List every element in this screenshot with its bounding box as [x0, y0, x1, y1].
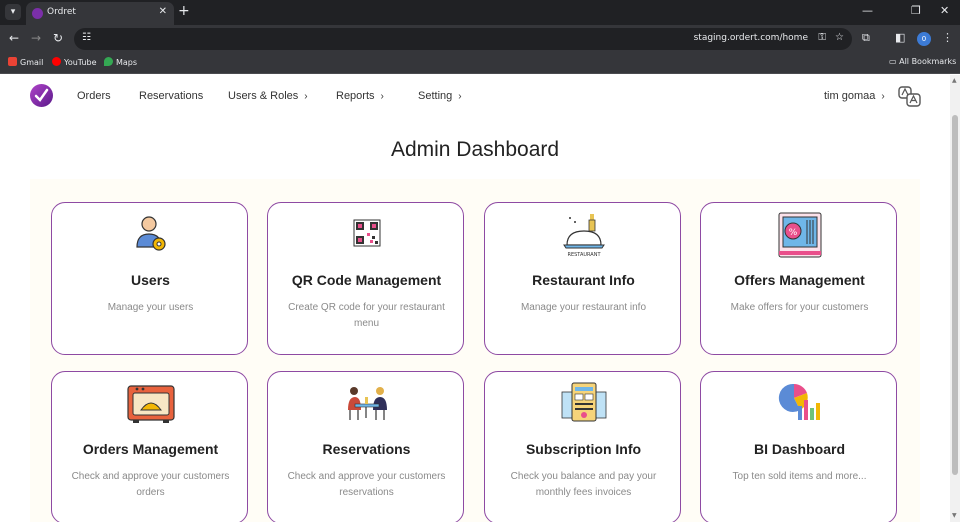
card-description: Check you balance and pay your monthly f…: [510, 471, 657, 498]
chevron-right-icon: ›: [458, 91, 462, 102]
invoice-icon: [485, 380, 682, 424]
youtube-icon: [52, 57, 61, 66]
chevron-right-icon: ›: [380, 91, 384, 102]
nav-setting[interactable]: Setting ›: [418, 90, 462, 102]
extensions-icon[interactable]: ⧉: [862, 31, 870, 45]
card-title: Subscription Info: [525, 441, 642, 457]
forward-icon[interactable]: →: [31, 31, 41, 45]
user-gear-icon: [52, 211, 249, 255]
card-restaurant-info[interactable]: RESTAURANT Restaurant Info Manage your r…: [484, 202, 681, 355]
nav-reservations[interactable]: Reservations: [139, 90, 203, 102]
ordret-logo[interactable]: [30, 84, 53, 107]
reload-icon[interactable]: ↻: [53, 31, 63, 45]
password-key-icon[interactable]: ⚿: [818, 32, 826, 43]
card-description: Create QR code for your restaurant menu: [288, 302, 445, 329]
page-scrollbar[interactable]: ▲ ▼: [950, 75, 960, 522]
svg-text:%: %: [788, 228, 797, 238]
browser-toolbar: ← → ↻ ☷ staging.ordert.com/home ⚿ ☆ ⧉ ◧ …: [0, 25, 960, 53]
chevron-right-icon: ›: [881, 91, 885, 102]
new-tab-button[interactable]: +: [178, 3, 190, 19]
card-offers-management[interactable]: % Offers Management Make offers for your…: [700, 202, 897, 355]
bookmark-youtube[interactable]: YouTube: [52, 57, 97, 67]
bookmark-gmail[interactable]: Gmail: [8, 57, 43, 67]
tab-close-icon[interactable]: ✕: [159, 6, 167, 17]
card-description: Top ten sold items and more...: [732, 471, 867, 482]
page-content: Orders Reservations Users & Roles › Repor…: [0, 75, 950, 522]
card-description: Manage your users: [107, 302, 194, 313]
page-title: Admin Dashboard: [390, 138, 560, 161]
card-users[interactable]: Users Manage your users: [51, 202, 248, 355]
user-menu[interactable]: tim gomaa ›: [824, 90, 885, 102]
scroll-down-icon[interactable]: ▼: [952, 512, 957, 519]
language-translate-icon[interactable]: [898, 85, 922, 113]
nav-users-roles[interactable]: Users & Roles ›: [228, 90, 308, 102]
card-title: BI Dashboard: [753, 441, 845, 457]
card-bi-dashboard[interactable]: BI Dashboard Top ten sold items and more…: [700, 371, 897, 522]
menu-icon[interactable]: ⋮: [942, 31, 953, 44]
maximize-icon[interactable]: ❐: [911, 4, 921, 17]
card-description: Check and approve your customers orders: [71, 471, 230, 498]
side-panel-icon[interactable]: ◧: [895, 31, 905, 44]
card-description: Make offers for your customers: [730, 302, 869, 313]
bookmark-maps[interactable]: Maps: [104, 57, 137, 67]
nav-orders[interactable]: Orders: [77, 90, 111, 102]
maps-icon: [104, 57, 113, 66]
offer-ticket-icon: %: [701, 211, 898, 258]
card-description: Check and approve your customers reserva…: [287, 471, 446, 498]
window-close-icon[interactable]: ✕: [940, 4, 949, 17]
card-title: Reservations: [322, 441, 411, 457]
card-title: Users: [131, 272, 170, 288]
restaurant-icon: RESTAURANT: [485, 211, 682, 258]
card-title: Restaurant Info: [532, 272, 635, 288]
tab-favicon-icon: [32, 8, 43, 19]
restaurant-icon-label: RESTAURANT: [567, 252, 601, 258]
chevron-right-icon: ›: [304, 91, 308, 102]
card-reservations[interactable]: Reservations Check and approve your cust…: [267, 371, 464, 522]
card-title: Orders Management: [82, 441, 219, 457]
url-text: staging.ordert.com/home: [693, 33, 808, 43]
card-description: Manage your restaurant info: [520, 302, 647, 313]
minimize-icon[interactable]: —: [862, 4, 873, 17]
qr-code-icon: [268, 211, 465, 255]
analytics-icon: [701, 380, 898, 424]
card-title: Offers Management: [734, 272, 865, 288]
profile-avatar[interactable]: 0: [917, 32, 931, 46]
browser-tab-bar: ▾ Ordret ✕ + — ❐ ✕: [0, 0, 960, 25]
card-title: QR Code Management: [291, 272, 442, 288]
nav-reports[interactable]: Reports ›: [336, 90, 384, 102]
gmail-icon: [8, 57, 17, 66]
bookmark-star-icon[interactable]: ☆: [835, 32, 844, 43]
dining-people-icon: [268, 380, 465, 424]
tab-search-icon[interactable]: ▾: [5, 4, 21, 20]
back-icon[interactable]: ←: [9, 31, 19, 45]
card-orders-management[interactable]: Orders Management Check and approve your…: [51, 371, 248, 522]
scroll-thumb[interactable]: [952, 115, 958, 475]
scroll-up-icon[interactable]: ▲: [952, 77, 957, 84]
tab-title: Ordret: [47, 7, 76, 17]
card-qr-code-management[interactable]: QR Code Management Create QR code for yo…: [267, 202, 464, 355]
all-bookmarks[interactable]: ▭ All Bookmarks: [889, 57, 956, 66]
site-settings-icon[interactable]: ☷: [82, 32, 91, 43]
browser-tab[interactable]: Ordret ✕: [26, 2, 174, 25]
oven-icon: [52, 380, 249, 424]
logo-check-icon: [34, 88, 49, 102]
bookmarks-bar: Gmail YouTube Maps ▭ All Bookmarks: [0, 53, 960, 74]
address-bar[interactable]: ☷ staging.ordert.com/home ⚿ ☆: [74, 28, 852, 50]
card-subscription-info[interactable]: Subscription Info Check you balance and …: [484, 371, 681, 522]
